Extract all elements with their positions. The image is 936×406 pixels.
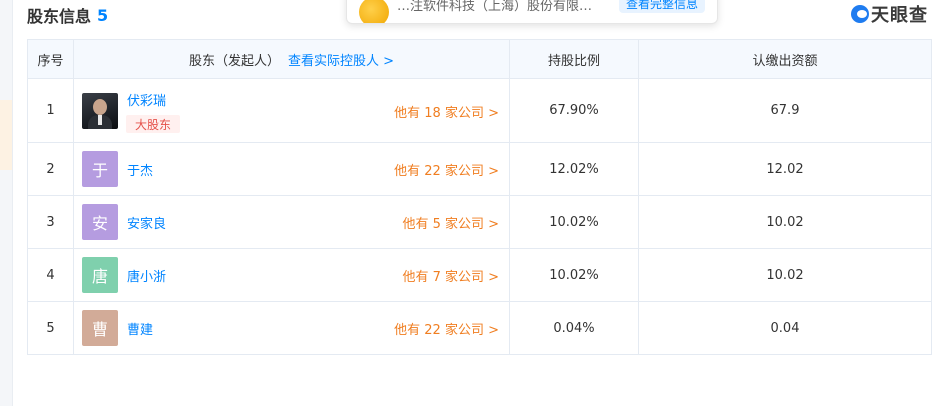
row-index: 5 — [27, 301, 74, 355]
row-index: 3 — [27, 195, 74, 249]
row-index: 4 — [27, 248, 74, 302]
avatar-initial[interactable]: 安 — [82, 204, 118, 240]
popup-text: …注软件科技（上海）股份有限… — [397, 0, 593, 14]
capital-cell: 12.02 — [638, 142, 932, 196]
col-header-holder-label: 股东（发起人） — [188, 53, 280, 69]
holder-cell: 安 安家良 他有 5 家公司 > — [73, 195, 510, 249]
major-shareholder-badge: 大股东 — [126, 115, 181, 133]
table-row: 4 唐 唐小浙 他有 7 家公司 > 10.02% 10.02 — [27, 248, 932, 302]
holder-name-link[interactable]: 曹建 — [127, 319, 153, 338]
col-header-holder: 股东（发起人） 查看实际控股人 > — [73, 39, 510, 79]
holder-name-link[interactable]: 伏彩瑞 — [127, 90, 166, 109]
logo-text: 天眼查 — [871, 5, 928, 26]
ratio-cell: 10.02% — [509, 195, 639, 249]
capital-cell: 10.02 — [638, 195, 932, 249]
ratio-cell: 0.04% — [509, 301, 639, 355]
popup-button[interactable]: 查看完整信息 — [619, 0, 705, 13]
ratio-cell: 12.02% — [509, 142, 639, 196]
left-panel-edge — [0, 0, 13, 406]
table-row: 5 曹 曹建 他有 22 家公司 > 0.04% 0.04 — [27, 301, 932, 355]
tianyancha-logo[interactable]: 天眼查 — [851, 2, 928, 26]
company-count-link[interactable]: 他有 22 家公司 > — [394, 160, 499, 179]
holder-name-link[interactable]: 于杰 — [127, 160, 153, 179]
shareholder-table: 序号 股东（发起人） 查看实际控股人 > 持股比例 认缴出资额 1 伏彩瑞 大股… — [27, 39, 932, 355]
capital-cell: 0.04 — [638, 301, 932, 355]
avatar-photo[interactable] — [82, 93, 118, 129]
avatar-initial[interactable]: 唐 — [82, 257, 118, 293]
col-header-ratio: 持股比例 — [509, 39, 639, 79]
company-count-link[interactable]: 他有 5 家公司 > — [402, 213, 499, 232]
company-count-link[interactable]: 他有 22 家公司 > — [394, 319, 499, 338]
coin-icon — [359, 0, 389, 23]
section-title: 股东信息 5 — [27, 3, 108, 27]
ratio-cell: 10.02% — [509, 248, 639, 302]
holder-name-link[interactable]: 唐小浙 — [127, 266, 166, 285]
section-title-text: 股东信息 — [27, 7, 92, 26]
holder-cell: 伏彩瑞 大股东 他有 18 家公司 > — [73, 78, 510, 143]
table-row: 2 于 于杰 他有 22 家公司 > 12.02% 12.02 — [27, 142, 932, 196]
capital-cell: 10.02 — [638, 248, 932, 302]
top-popup-banner[interactable]: …注软件科技（上海）股份有限… 查看完整信息 — [346, 0, 718, 24]
holder-cell: 唐 唐小浙 他有 7 家公司 > — [73, 248, 510, 302]
table-row: 1 伏彩瑞 大股东 他有 18 家公司 > 67.90% 67.9 — [27, 78, 932, 143]
row-index: 1 — [27, 78, 74, 143]
left-panel-card-peek — [0, 100, 12, 170]
col-header-capital: 认缴出资额 — [638, 39, 932, 79]
holder-cell: 曹 曹建 他有 22 家公司 > — [73, 301, 510, 355]
row-index: 2 — [27, 142, 74, 196]
shareholder-count: 5 — [97, 5, 109, 25]
avatar-initial[interactable]: 于 — [82, 151, 118, 187]
avatar-initial[interactable]: 曹 — [82, 310, 118, 346]
col-header-index: 序号 — [27, 39, 74, 79]
ratio-cell: 67.90% — [509, 78, 639, 143]
capital-cell: 67.9 — [638, 78, 932, 143]
holder-name-link[interactable]: 安家良 — [127, 213, 166, 232]
holder-cell: 于 于杰 他有 22 家公司 > — [73, 142, 510, 196]
table-row: 3 安 安家良 他有 5 家公司 > 10.02% 10.02 — [27, 195, 932, 249]
company-count-link[interactable]: 他有 7 家公司 > — [402, 266, 499, 285]
table-header-row: 序号 股东（发起人） 查看实际控股人 > 持股比例 认缴出资额 — [27, 39, 932, 79]
view-actual-controller-link[interactable]: 查看实际控股人 > — [288, 50, 394, 69]
logo-icon — [851, 5, 869, 23]
company-count-link[interactable]: 他有 18 家公司 > — [394, 102, 499, 121]
